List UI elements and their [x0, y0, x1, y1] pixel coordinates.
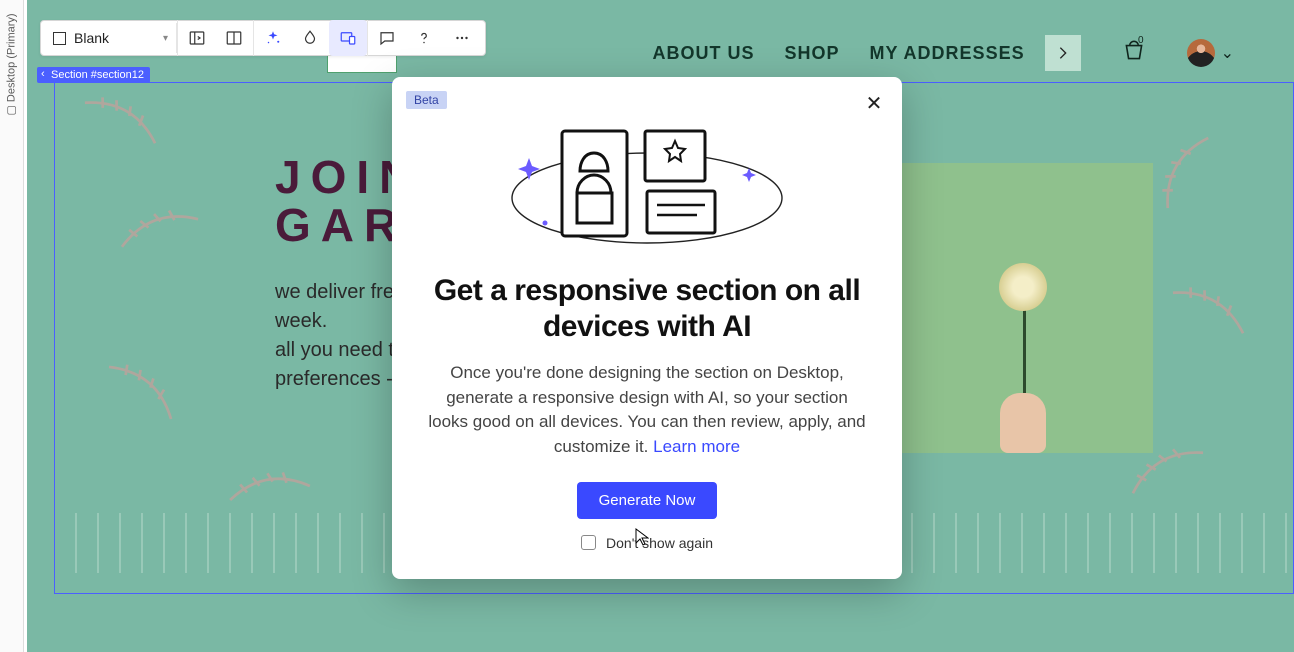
- dont-show-checkbox[interactable]: [581, 535, 596, 550]
- modal-title: Get a responsive section on all devices …: [428, 273, 866, 345]
- ai-responsive-modal: Beta ✕: [392, 77, 902, 579]
- close-icon[interactable]: ✕: [862, 91, 886, 115]
- modal-body: Once you're done designing the section o…: [428, 361, 866, 460]
- beta-badge: Beta: [406, 91, 447, 109]
- learn-more-link[interactable]: Learn more: [653, 437, 740, 456]
- modal-illustration: [497, 113, 797, 263]
- generate-now-button[interactable]: Generate Now: [577, 482, 718, 519]
- dont-show-label: Don't show again: [606, 535, 713, 551]
- modal-overlay: Beta ✕: [0, 0, 1294, 652]
- dont-show-again[interactable]: Don't show again: [428, 535, 866, 551]
